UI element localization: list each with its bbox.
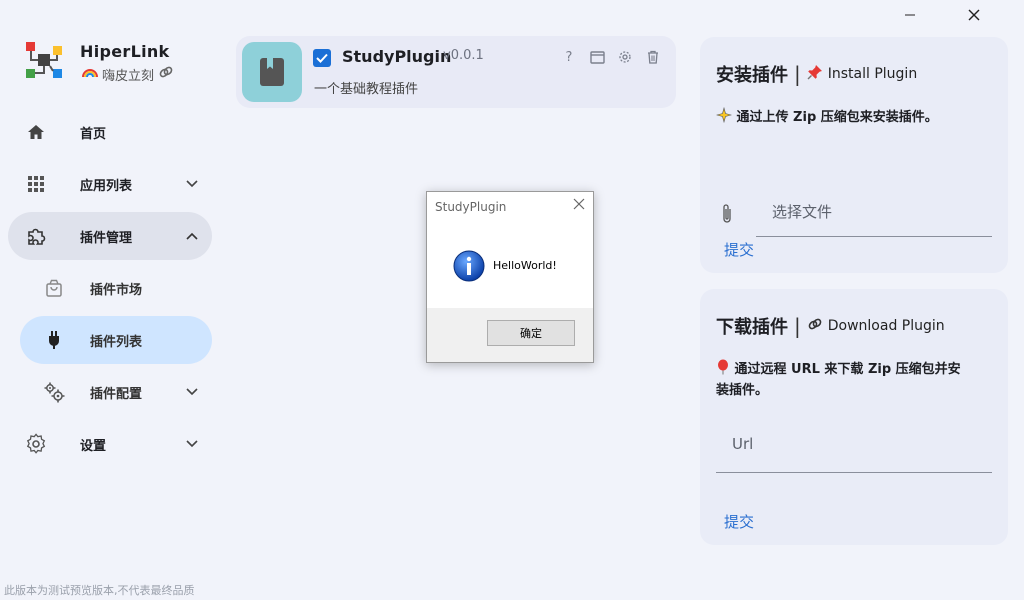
dialog-ok-button[interactable]: 确定 xyxy=(487,320,575,346)
file-picker-input[interactable]: 选择文件 xyxy=(756,191,992,237)
dialog-title: StudyPlugin xyxy=(435,200,507,214)
preview-version-note: 此版本为测试预览版本,不代表最终品质 xyxy=(4,584,195,597)
nav-item-label: 插件管理 xyxy=(80,230,133,246)
nav-item-label: 设置 xyxy=(80,438,107,454)
window-icon xyxy=(589,50,605,64)
gears-icon xyxy=(42,380,66,404)
plugin-description: 一个基础教程插件 xyxy=(314,82,419,97)
plugin-actions: ? xyxy=(560,48,662,66)
plugin-enabled-checkbox[interactable] xyxy=(313,49,331,67)
app-logo xyxy=(26,42,62,78)
paperclip-icon[interactable] xyxy=(720,203,734,229)
install-title-row: 安装插件 | Install Plugin xyxy=(716,61,917,87)
install-title-en: Install Plugin xyxy=(827,66,918,82)
plugin-version: v0.0.1 xyxy=(443,48,484,63)
nav-item-label: 插件市场 xyxy=(90,282,143,298)
sparkle-icon xyxy=(715,106,737,125)
nav-item-app-list[interactable]: 应用列表 xyxy=(8,160,212,208)
nav-item-plugin-list[interactable]: 插件列表 xyxy=(20,316,212,364)
balloon-icon xyxy=(716,359,735,377)
close-icon xyxy=(573,198,585,210)
nav-item-label: 首页 xyxy=(80,126,107,142)
dialog-message: HelloWorld! xyxy=(493,259,557,272)
app-subtitle: 嗨皮立刻 xyxy=(102,68,155,84)
install-submit-button[interactable]: 提交 xyxy=(724,239,754,260)
apps-grid-icon xyxy=(24,172,48,196)
plugin-settings-button[interactable] xyxy=(616,48,634,66)
install-plugin-card: 安装插件 | Install Plugin 通过上传 Zip 压缩包来安装插件。… xyxy=(700,37,1008,273)
sidebar: HiperLink 嗨皮立刻 首页 应用列表 插件管理 插件市场 插件列表 插件… xyxy=(0,0,224,600)
check-icon xyxy=(316,53,328,63)
delete-plugin-button[interactable] xyxy=(644,48,662,66)
download-description-line1: 通过远程 URL 来下载 Zip 压缩包并安 xyxy=(734,362,961,377)
install-title-en-row: Install Plugin xyxy=(807,64,917,84)
nav-item-plugin-config[interactable]: 插件配置 xyxy=(20,368,212,416)
download-title: 下载插件 xyxy=(716,317,788,338)
download-title-row: 下载插件 | Download Plugin xyxy=(716,313,945,339)
chevron-down-icon xyxy=(184,436,200,452)
pushpin-icon xyxy=(807,64,823,84)
gear-icon xyxy=(619,51,631,63)
link-icon xyxy=(158,64,174,84)
rainbow-icon xyxy=(82,66,98,82)
nav-menu: 首页 应用列表 插件管理 插件市场 插件列表 插件配置 设置 xyxy=(8,108,212,472)
plugin-name: StudyPlugin xyxy=(342,47,452,66)
download-plugin-card: 下载插件 | Download Plugin 通过远程 URL 来下载 Zip … xyxy=(700,289,1008,545)
nav-item-label: 插件列表 xyxy=(90,334,143,350)
nav-item-label: 插件配置 xyxy=(90,386,143,402)
title-separator: | xyxy=(794,62,801,86)
settings-icon xyxy=(24,432,48,456)
plugin-book-icon xyxy=(242,42,302,102)
message-dialog: StudyPlugin HelloWorld! 确定 xyxy=(426,191,594,363)
dialog-close-button[interactable] xyxy=(573,198,585,214)
close-window-button[interactable] xyxy=(942,4,1006,26)
plug-icon xyxy=(42,328,66,352)
download-description-line2: 装插件。 xyxy=(716,383,769,398)
minimize-button[interactable] xyxy=(878,4,942,26)
trash-icon xyxy=(648,50,658,64)
install-title: 安装插件 xyxy=(716,65,788,86)
download-title-en-row: Download Plugin xyxy=(807,316,945,336)
install-description-row: 通过上传 Zip 压缩包来安装插件。 xyxy=(715,106,938,128)
home-icon xyxy=(24,120,48,144)
install-description: 通过上传 Zip 压缩包来安装插件。 xyxy=(736,110,938,125)
window-controls xyxy=(878,4,1006,26)
app-subtitle-row: 嗨皮立刻 xyxy=(82,64,174,84)
shopping-bag-icon xyxy=(42,276,66,300)
help-button[interactable]: ? xyxy=(560,48,578,66)
plugin-card[interactable]: StudyPlugin v0.0.1 一个基础教程插件 ? xyxy=(236,36,676,108)
file-picker-row: 选择文件 xyxy=(716,191,992,239)
nav-item-settings[interactable]: 设置 xyxy=(8,420,212,468)
download-submit-button[interactable]: 提交 xyxy=(724,511,754,532)
app-title: HiperLink xyxy=(80,42,170,61)
close-icon xyxy=(968,9,980,21)
title-separator: | xyxy=(794,314,801,338)
minimize-icon xyxy=(905,14,915,16)
open-window-button[interactable] xyxy=(588,48,606,66)
chevron-up-icon xyxy=(184,228,200,244)
chevron-down-icon xyxy=(184,176,200,192)
nav-item-home[interactable]: 首页 xyxy=(8,108,212,156)
nav-item-label: 应用列表 xyxy=(80,178,133,194)
chevron-down-icon xyxy=(184,384,200,400)
download-title-en: Download Plugin xyxy=(827,318,945,334)
dialog-button-bar: 确定 xyxy=(427,308,593,362)
question-icon: ? xyxy=(565,49,573,65)
puzzle-icon xyxy=(24,224,48,248)
nav-item-plugin-management[interactable]: 插件管理 xyxy=(8,212,212,260)
info-icon xyxy=(453,250,485,282)
download-description-row: 通过远程 URL 来下载 Zip 压缩包并安 装插件。 xyxy=(716,359,961,401)
nav-item-plugin-market[interactable]: 插件市场 xyxy=(20,264,212,312)
url-input[interactable]: Url xyxy=(716,417,992,473)
link-icon xyxy=(807,316,823,336)
